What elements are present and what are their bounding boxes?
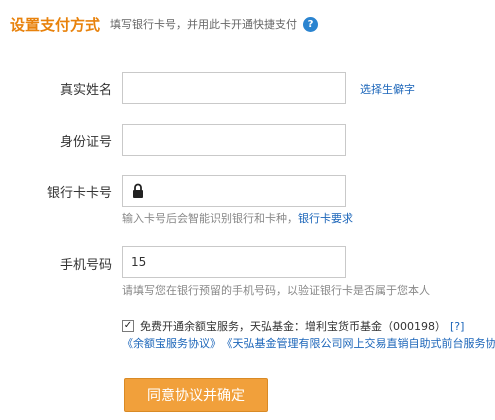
page-header: 设置支付方式 填写银行卡号，并用此卡开通快捷支付 ? — [10, 12, 490, 36]
bank-card-input[interactable] — [151, 176, 345, 206]
phone-hint: 请填写您在银行预留的手机号码，以验证银行卡是否属于您本人 — [122, 284, 430, 297]
protocol-links: 《余额宝服务协议》 《天弘基金管理有限公司网上交易直销自助式前台服务协议》 — [122, 335, 495, 351]
agreement-checkbox[interactable]: ✓ — [122, 320, 134, 332]
name-field-box — [122, 72, 346, 104]
bank-card-label: 银行卡卡号 — [46, 186, 112, 201]
yuebao-protocol-link[interactable]: 《余额宝服务协议》 — [122, 337, 221, 350]
phone-field-box — [122, 246, 346, 278]
agreement-text: 免费开通余额宝服务，天弘基金：增利宝货币基金（000198） — [140, 320, 446, 333]
bank-card-hint-text: 输入卡号后会智能识别银行和卡种， — [122, 212, 298, 225]
phone-label: 手机号码 — [59, 258, 112, 273]
choose-rare-character-link[interactable]: 选择生僻字 — [360, 81, 415, 97]
id-number-label: 身份证号 — [59, 135, 112, 150]
agree-submit-button[interactable]: 同意协议并确定 — [124, 378, 268, 412]
lock-icon — [133, 183, 143, 198]
bank-card-requirements-link[interactable]: 银行卡要求 — [298, 212, 353, 225]
phone-input[interactable] — [131, 247, 345, 277]
agreement-more-link[interactable]: [?] — [450, 320, 464, 333]
tianhong-protocol-link[interactable]: 《天弘基金管理有限公司网上交易直销自助式前台服务协议》 — [227, 337, 495, 350]
name-label: 真实姓名 — [59, 83, 112, 98]
bank-card-hint: 输入卡号后会智能识别银行和卡种，银行卡要求 — [122, 210, 353, 226]
bank-card-field-box — [122, 175, 346, 207]
id-number-input[interactable] — [131, 125, 345, 155]
page-subtitle: 填写银行卡号，并用此卡开通快捷支付 — [110, 18, 298, 31]
page-title: 设置支付方式 — [10, 15, 101, 34]
agreement-row: ✓ 免费开通余额宝服务，天弘基金：增利宝货币基金（000198） [?] — [122, 318, 464, 334]
id-number-field-box — [122, 124, 346, 156]
name-input[interactable] — [131, 73, 345, 103]
help-icon[interactable]: ? — [303, 16, 319, 32]
